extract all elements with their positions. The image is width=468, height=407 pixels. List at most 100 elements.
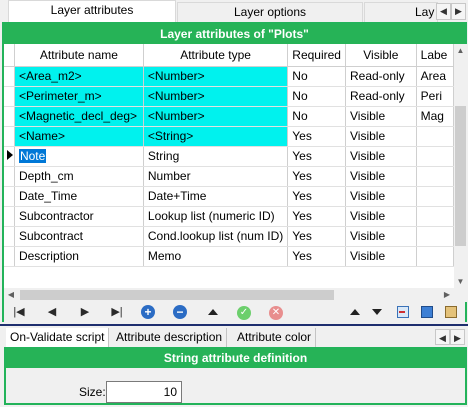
tab-scroll-left-icon[interactable]: ◀ bbox=[436, 3, 451, 20]
cell-attribute-type[interactable]: Memo bbox=[143, 246, 289, 267]
cell-attribute-type[interactable]: <Number> bbox=[143, 66, 289, 87]
tab-on-validate-script[interactable]: On-Validate script bbox=[6, 328, 110, 347]
scroll-up-icon[interactable]: ▲ bbox=[454, 44, 467, 57]
vertical-scrollbar[interactable]: ▲ ▼ bbox=[454, 44, 467, 288]
scroll-down-icon[interactable]: ▼ bbox=[454, 275, 467, 288]
bottom-tab-scroll-right-icon[interactable]: ▶ bbox=[450, 329, 465, 345]
col-visible[interactable]: Visible bbox=[345, 44, 417, 67]
cell-visible[interactable]: Visible bbox=[345, 246, 417, 267]
cell-attribute-name[interactable]: <Magnetic_decl_deg> bbox=[14, 106, 144, 127]
cell-visible[interactable]: Visible bbox=[345, 106, 417, 127]
cell-required[interactable]: Yes bbox=[287, 126, 346, 147]
cell-attribute-type[interactable]: <Number> bbox=[143, 86, 289, 107]
tab-attribute-description[interactable]: Attribute description bbox=[112, 328, 228, 347]
scroll-left-icon[interactable]: ◀ bbox=[4, 288, 18, 302]
cell-label[interactable]: Peri bbox=[416, 86, 454, 107]
table-row[interactable]: Subcontract Cond.lookup list (num ID) Yes V… bbox=[4, 226, 454, 247]
horizontal-scroll-thumb[interactable] bbox=[20, 290, 334, 300]
table-row[interactable]: <Name> <String> Yes Visible bbox=[4, 126, 454, 147]
cell-attribute-type[interactable]: Lookup list (numeric ID) bbox=[143, 206, 289, 227]
cell-required[interactable]: Yes bbox=[287, 146, 346, 167]
cell-required[interactable]: Yes bbox=[287, 206, 346, 227]
size-label: Size: bbox=[79, 385, 106, 399]
col-label[interactable]: Labe bbox=[416, 44, 454, 67]
cell-label[interactable] bbox=[416, 206, 454, 227]
cell-visible[interactable]: Visible bbox=[345, 206, 417, 227]
cell-visible[interactable]: Read-only bbox=[345, 66, 417, 87]
cell-visible[interactable]: Visible bbox=[345, 226, 417, 247]
cancel-edit-icon[interactable]: ✕ bbox=[267, 304, 285, 320]
cell-attribute-type[interactable]: Date+Time bbox=[143, 186, 289, 207]
prev-record-icon[interactable]: ◀ bbox=[43, 304, 61, 320]
paste-icon[interactable] bbox=[442, 304, 460, 320]
scroll-right-icon[interactable]: ▶ bbox=[440, 288, 454, 302]
cell-label[interactable] bbox=[416, 226, 454, 247]
cell-required[interactable]: No bbox=[287, 106, 346, 127]
tab-layer-options[interactable]: Layer options bbox=[177, 2, 363, 22]
cell-visible[interactable]: Visible bbox=[345, 126, 417, 147]
cell-required[interactable]: Yes bbox=[287, 226, 346, 247]
cell-attribute-name[interactable]: Description bbox=[14, 246, 144, 267]
cell-attribute-name[interactable]: Subcontractor bbox=[14, 206, 144, 227]
cell-visible[interactable]: Read-only bbox=[345, 86, 417, 107]
table-row[interactable]: <Area_m2> <Number> No Read-only Area bbox=[4, 66, 454, 87]
table-row[interactable]: Description Memo Yes Visible bbox=[4, 246, 454, 267]
cell-attribute-name[interactable]: Depth_cm bbox=[14, 166, 144, 187]
table-row[interactable]: Note String Yes Visible bbox=[4, 146, 454, 167]
copy-icon[interactable] bbox=[418, 304, 436, 320]
cell-attribute-type[interactable]: <Number> bbox=[143, 106, 289, 127]
tab-layer-more[interactable]: Lay bbox=[364, 2, 438, 22]
cell-attribute-name[interactable]: <Name> bbox=[14, 126, 144, 147]
cell-required[interactable]: No bbox=[287, 66, 346, 87]
cell-label[interactable] bbox=[416, 126, 454, 147]
edit-record-icon[interactable] bbox=[204, 304, 222, 320]
selected-cell-text[interactable]: Note bbox=[18, 149, 47, 163]
delete-record-icon[interactable]: − bbox=[171, 304, 189, 320]
tab-layer-attributes[interactable]: Layer attributes bbox=[8, 0, 176, 22]
table-row[interactable]: <Magnetic_decl_deg> <Number> No Visible Mag bbox=[4, 106, 454, 127]
cell-label[interactable] bbox=[416, 146, 454, 167]
cell-visible[interactable]: Visible bbox=[345, 186, 417, 207]
cell-attribute-name[interactable]: Subcontract bbox=[14, 226, 144, 247]
move-down-icon[interactable] bbox=[368, 304, 386, 320]
cell-required[interactable]: Yes bbox=[287, 166, 346, 187]
cell-attribute-type[interactable]: Cond.lookup list (num ID) bbox=[143, 226, 289, 247]
size-input[interactable] bbox=[106, 381, 182, 403]
last-record-icon[interactable]: ▶| bbox=[108, 304, 126, 320]
table-row[interactable]: Depth_cm Number Yes Visible bbox=[4, 166, 454, 187]
cell-visible[interactable]: Visible bbox=[345, 146, 417, 167]
table-row[interactable]: Subcontractor Lookup list (numeric ID) Yes… bbox=[4, 206, 454, 227]
tab-attribute-color[interactable]: Attribute color bbox=[233, 328, 317, 347]
cell-attribute-type[interactable]: <String> bbox=[143, 126, 289, 147]
horizontal-scrollbar[interactable]: ◀ ▶ bbox=[4, 288, 454, 302]
cell-required[interactable]: Yes bbox=[287, 186, 346, 207]
cell-visible[interactable]: Visible bbox=[345, 166, 417, 187]
col-attribute-name[interactable]: Attribute name bbox=[14, 44, 144, 67]
cell-attribute-type[interactable]: String bbox=[143, 146, 289, 167]
col-attribute-type[interactable]: Attribute type bbox=[143, 44, 289, 67]
cell-label[interactable] bbox=[416, 186, 454, 207]
tab-scroll-right-icon[interactable]: ▶ bbox=[451, 3, 466, 20]
cell-attribute-type[interactable]: Number bbox=[143, 166, 289, 187]
insert-record-icon[interactable]: + bbox=[139, 304, 157, 320]
first-record-icon[interactable]: |◀ bbox=[10, 304, 28, 320]
col-required[interactable]: Required bbox=[287, 44, 346, 67]
next-record-icon[interactable]: ▶ bbox=[76, 304, 94, 320]
move-up-icon[interactable] bbox=[346, 304, 364, 320]
table-row[interactable]: Date_Time Date+Time Yes Visible bbox=[4, 186, 454, 207]
cell-attribute-name[interactable]: Note bbox=[14, 146, 144, 167]
cell-attribute-name[interactable]: <Perimeter_m> bbox=[14, 86, 144, 107]
cell-label[interactable]: Area bbox=[416, 66, 454, 87]
cell-attribute-name[interactable]: <Area_m2> bbox=[14, 66, 144, 87]
bottom-tab-scroll-left-icon[interactable]: ◀ bbox=[435, 329, 450, 345]
table-row[interactable]: <Perimeter_m> <Number> No Read-only Peri bbox=[4, 86, 454, 107]
cell-label[interactable] bbox=[416, 166, 454, 187]
cell-required[interactable]: No bbox=[287, 86, 346, 107]
cell-required[interactable]: Yes bbox=[287, 246, 346, 267]
cell-label[interactable] bbox=[416, 246, 454, 267]
cell-attribute-name[interactable]: Date_Time bbox=[14, 186, 144, 207]
import-icon[interactable] bbox=[394, 304, 412, 320]
vertical-scroll-thumb[interactable] bbox=[455, 106, 466, 246]
post-edit-icon[interactable]: ✓ bbox=[235, 304, 253, 320]
cell-label[interactable]: Mag bbox=[416, 106, 454, 127]
